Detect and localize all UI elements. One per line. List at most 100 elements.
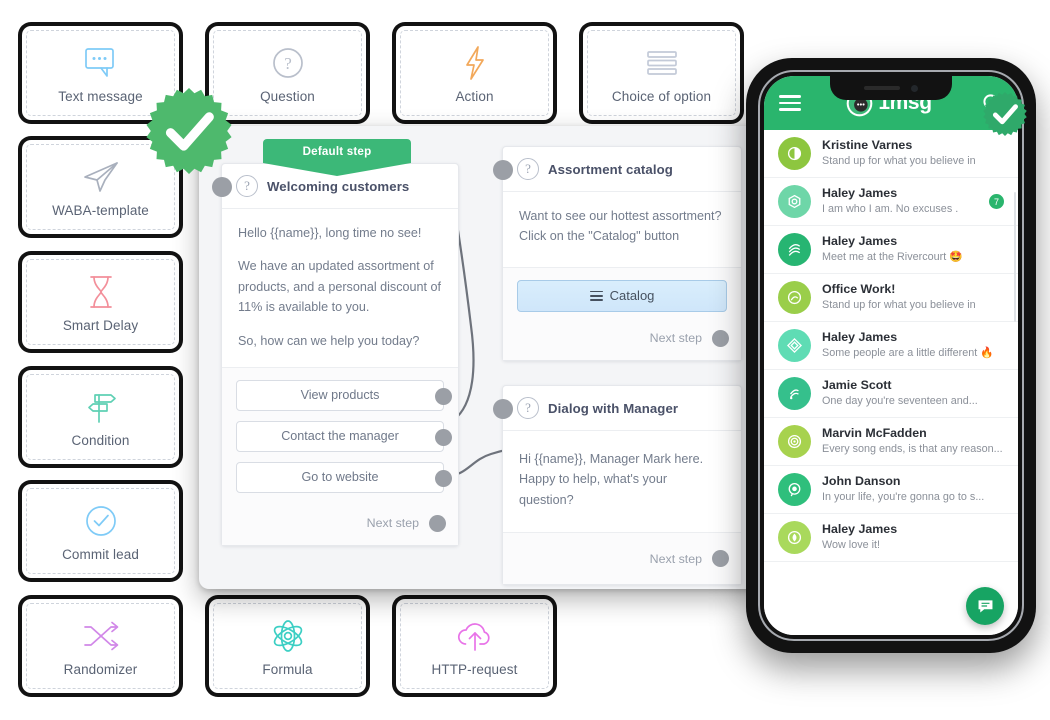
next-step-label: Next step xyxy=(366,516,419,531)
check-circle-icon xyxy=(80,501,122,541)
node-paragraph: We have an updated assortment of product… xyxy=(238,259,442,315)
earpiece-speaker-icon xyxy=(864,86,900,90)
cloud-upload-icon xyxy=(454,616,496,656)
chat-preview-message: Wow love it! xyxy=(822,538,881,551)
question-circle-icon: ? xyxy=(267,43,309,83)
chat-list-item[interactable]: Jamie Scott One day you're seventeen and.… xyxy=(764,370,1018,418)
block-card-action[interactable]: Action xyxy=(396,26,553,120)
node-input-dot[interactable] xyxy=(493,399,513,419)
chat-contact-name: Jamie Scott xyxy=(822,378,892,393)
flow-canvas[interactable]: Default step ? Welcoming customers Hello… xyxy=(199,126,765,589)
node-next-step-row[interactable]: Next step xyxy=(503,532,741,585)
question-circle-icon: ? xyxy=(517,397,539,419)
chat-preview-message: Every song ends, is that any reason... xyxy=(822,442,1003,455)
block-card-label: Question xyxy=(260,88,315,104)
atom-icon xyxy=(267,616,309,656)
next-step-dot[interactable] xyxy=(429,514,446,532)
flow-button-view-products[interactable]: View products xyxy=(236,379,452,411)
chat-list-item[interactable]: John Danson In your life, you're gonna go… xyxy=(764,466,1018,514)
front-camera-icon xyxy=(911,84,918,92)
phone-screen: 1msg Kristine Varnes Stand up for what yo… xyxy=(764,76,1018,635)
flow-button-label: Catalog xyxy=(609,288,655,304)
chat-preview-message: In your life, you're gonna go to s... xyxy=(822,490,985,503)
new-chat-fab-button[interactable] xyxy=(966,587,1004,625)
node-paragraph: Want to see our hottest assortment? Clic… xyxy=(519,209,722,244)
node-paragraph: Hello {{name}}, long time no see! xyxy=(238,226,422,240)
hamburger-icon[interactable] xyxy=(779,95,801,111)
node-next-step-row[interactable]: Next step xyxy=(222,508,458,545)
hourglass-icon xyxy=(80,272,122,312)
chat-contact-name: Kristine Varnes xyxy=(822,138,913,153)
chat-contact-name: Marvin McFadden xyxy=(822,426,927,441)
block-card-formula[interactable]: Formula xyxy=(209,599,366,693)
button-output-dot[interactable] xyxy=(434,387,452,405)
button-output-dot[interactable] xyxy=(434,469,452,487)
chat-list-item[interactable]: Kristine Varnes Stand up for what you bel… xyxy=(764,130,1018,178)
block-card-randomizer[interactable]: Randomizer xyxy=(22,599,179,693)
node-title: Dialog with Manager xyxy=(548,400,679,416)
badge-palette xyxy=(145,87,233,175)
phone-notch xyxy=(830,76,952,100)
chat-contact-name: Haley James xyxy=(822,330,898,345)
chat-list-item[interactable]: Haley James I am who I am. No excuses . 7 xyxy=(764,178,1018,226)
chat-item-texts: Office Work! Stand up for what you believ… xyxy=(822,282,1004,312)
next-step-label: Next step xyxy=(649,551,702,566)
next-step-dot[interactable] xyxy=(712,550,729,568)
chat-list-item[interactable]: Haley James Some people are a little diff… xyxy=(764,322,1018,370)
block-card-smart-delay[interactable]: Smart Delay xyxy=(22,255,179,349)
flow-node-assortment-catalog[interactable]: ? Assortment catalog Want to see our hot… xyxy=(493,146,742,361)
node-next-step-row[interactable]: Next step xyxy=(503,323,741,360)
block-card-condition[interactable]: Condition xyxy=(22,370,179,464)
avatar xyxy=(778,281,811,314)
node-input-dot[interactable] xyxy=(493,160,513,180)
svg-text:?: ? xyxy=(284,54,292,73)
new-chat-icon xyxy=(978,599,992,613)
button-output-dot[interactable] xyxy=(434,428,452,446)
block-card-label: WABA-template xyxy=(52,202,149,218)
block-card-label: Formula xyxy=(262,661,313,677)
chat-list-item[interactable]: Marvin McFadden Every song ends, is that … xyxy=(764,418,1018,466)
chat-item-texts: John Danson In your life, you're gonna go… xyxy=(822,474,1004,504)
avatar xyxy=(778,377,811,410)
chat-list[interactable]: Kristine Varnes Stand up for what you bel… xyxy=(764,130,1018,635)
chat-contact-name: Haley James xyxy=(822,186,898,201)
chat-preview-message: I am who I am. No excuses . xyxy=(822,202,959,215)
flow-button-catalog[interactable]: Catalog xyxy=(517,279,727,312)
flow-button-label: Contact the manager xyxy=(281,429,399,444)
block-card-choice-option[interactable]: Choice of option xyxy=(583,26,740,120)
chat-contact-name: Office Work! xyxy=(822,282,896,297)
chat-list-scrollbar[interactable] xyxy=(1013,192,1016,322)
question-circle-icon: ? xyxy=(517,158,539,180)
flow-button-contact-the-manager[interactable]: Contact the manager xyxy=(236,420,452,452)
node-input-dot[interactable] xyxy=(212,177,232,197)
chat-item-texts: Kristine Varnes Stand up for what you bel… xyxy=(822,138,1004,168)
chat-item-texts: Haley James I am who I am. No excuses . xyxy=(822,186,978,216)
chat-contact-name: Haley James xyxy=(822,522,898,537)
chat-list-item[interactable]: Haley James Meet me at the Rivercourt 🤩 xyxy=(764,226,1018,274)
block-card-http-request[interactable]: HTTP-request xyxy=(396,599,553,693)
list-lines-icon xyxy=(589,290,603,301)
avatar xyxy=(778,185,811,218)
default-step-label: Default step xyxy=(302,144,372,158)
block-card-commit-lead[interactable]: Commit lead xyxy=(22,484,179,578)
chat-item-texts: Jamie Scott One day you're seventeen and.… xyxy=(822,378,1004,408)
block-card-label: Text message xyxy=(58,88,143,104)
flow-node-dialog-with-manager[interactable]: ? Dialog with Manager Hi {{name}}, Manag… xyxy=(493,385,742,586)
block-card-label: HTTP-request xyxy=(431,661,518,677)
flow-button-go-to-website[interactable]: Go to website xyxy=(236,461,452,493)
chat-item-texts: Haley James Some people are a little diff… xyxy=(822,330,1004,360)
block-card-label: Randomizer xyxy=(63,661,138,677)
block-card-label: Condition xyxy=(71,432,130,448)
chat-list-item[interactable]: Office Work! Stand up for what you believ… xyxy=(764,274,1018,322)
lightning-bolt-icon xyxy=(454,43,496,83)
phone-mockup: 1msg Kristine Varnes Stand up for what yo… xyxy=(746,58,1036,653)
next-step-dot[interactable] xyxy=(712,329,729,347)
node-message-body: Hello {{name}}, long time no see! We hav… xyxy=(222,209,458,367)
flow-node-welcoming-customers[interactable]: ? Welcoming customers Hello {{name}}, lo… xyxy=(212,163,459,546)
chat-preview-message: Meet me at the Rivercourt 🤩 xyxy=(822,250,963,263)
speech-bubble-icon xyxy=(80,43,122,83)
node-buttons: Catalog xyxy=(503,266,741,324)
chat-item-texts: Marvin McFadden Every song ends, is that … xyxy=(822,426,1004,456)
chat-list-item[interactable]: Haley James Wow love it! xyxy=(764,514,1018,562)
chat-contact-name: John Danson xyxy=(822,474,901,489)
